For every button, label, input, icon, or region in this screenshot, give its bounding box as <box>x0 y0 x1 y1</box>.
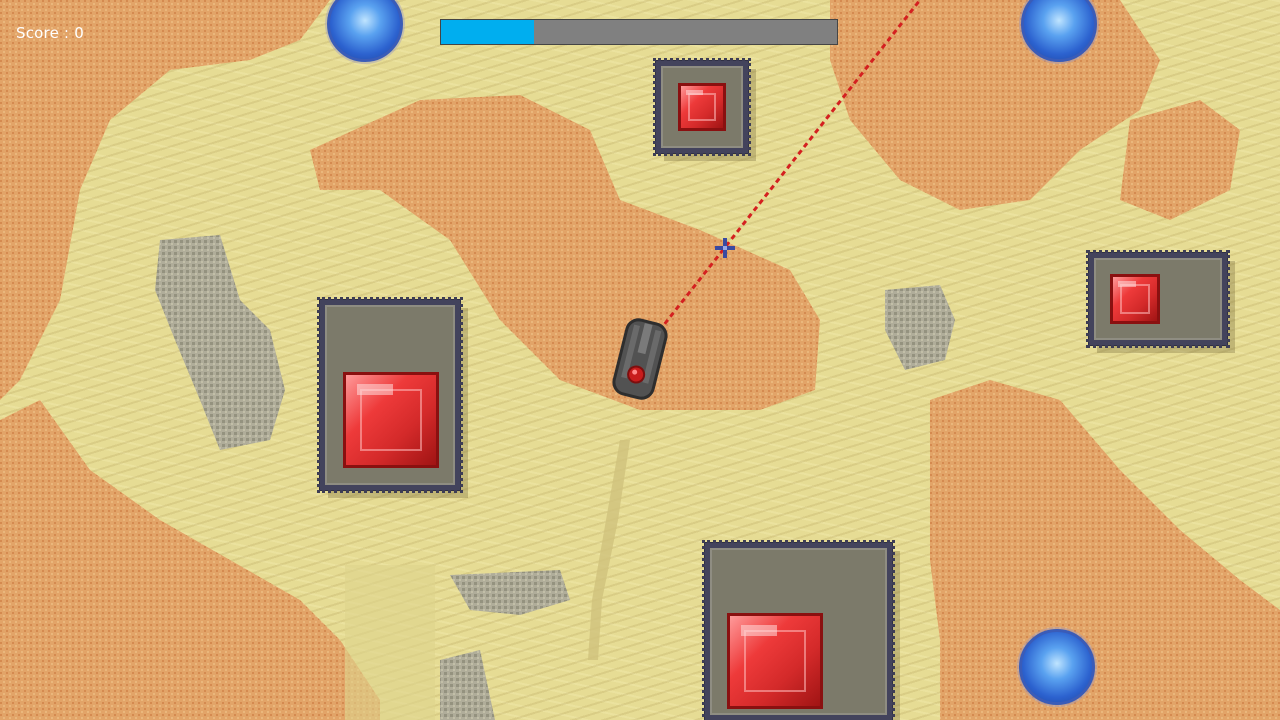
rock-patch-bottom-2 <box>440 650 495 720</box>
enemy-base-top <box>653 58 751 156</box>
red-gem-icon <box>678 83 726 131</box>
crosshair-icon <box>715 238 735 258</box>
dune-right <box>1120 100 1240 220</box>
enemy-base-left <box>317 297 463 493</box>
health-bar <box>440 19 838 45</box>
red-gem-icon <box>1110 274 1160 324</box>
game-viewport[interactable]: Score : 0 <box>0 0 1280 720</box>
tank-tracks <box>588 440 630 660</box>
dune-top-left <box>0 0 330 400</box>
blue-orb-icon[interactable] <box>1019 629 1095 705</box>
score-label: Score : 0 <box>16 24 84 42</box>
faded-ruin <box>345 565 435 720</box>
red-gem-icon <box>727 613 823 709</box>
enemy-base-bottom <box>702 540 895 720</box>
rock-patch-left <box>155 235 285 450</box>
enemy-base-right <box>1086 250 1230 348</box>
rock-patch-right <box>885 285 955 370</box>
player-tank-icon[interactable] <box>612 317 668 401</box>
dune-top-right <box>830 0 1160 210</box>
health-bar-fill <box>441 20 535 44</box>
red-gem-icon <box>343 372 439 468</box>
rock-patch-bottom <box>450 570 570 615</box>
dune-bottom-right <box>930 380 1280 720</box>
